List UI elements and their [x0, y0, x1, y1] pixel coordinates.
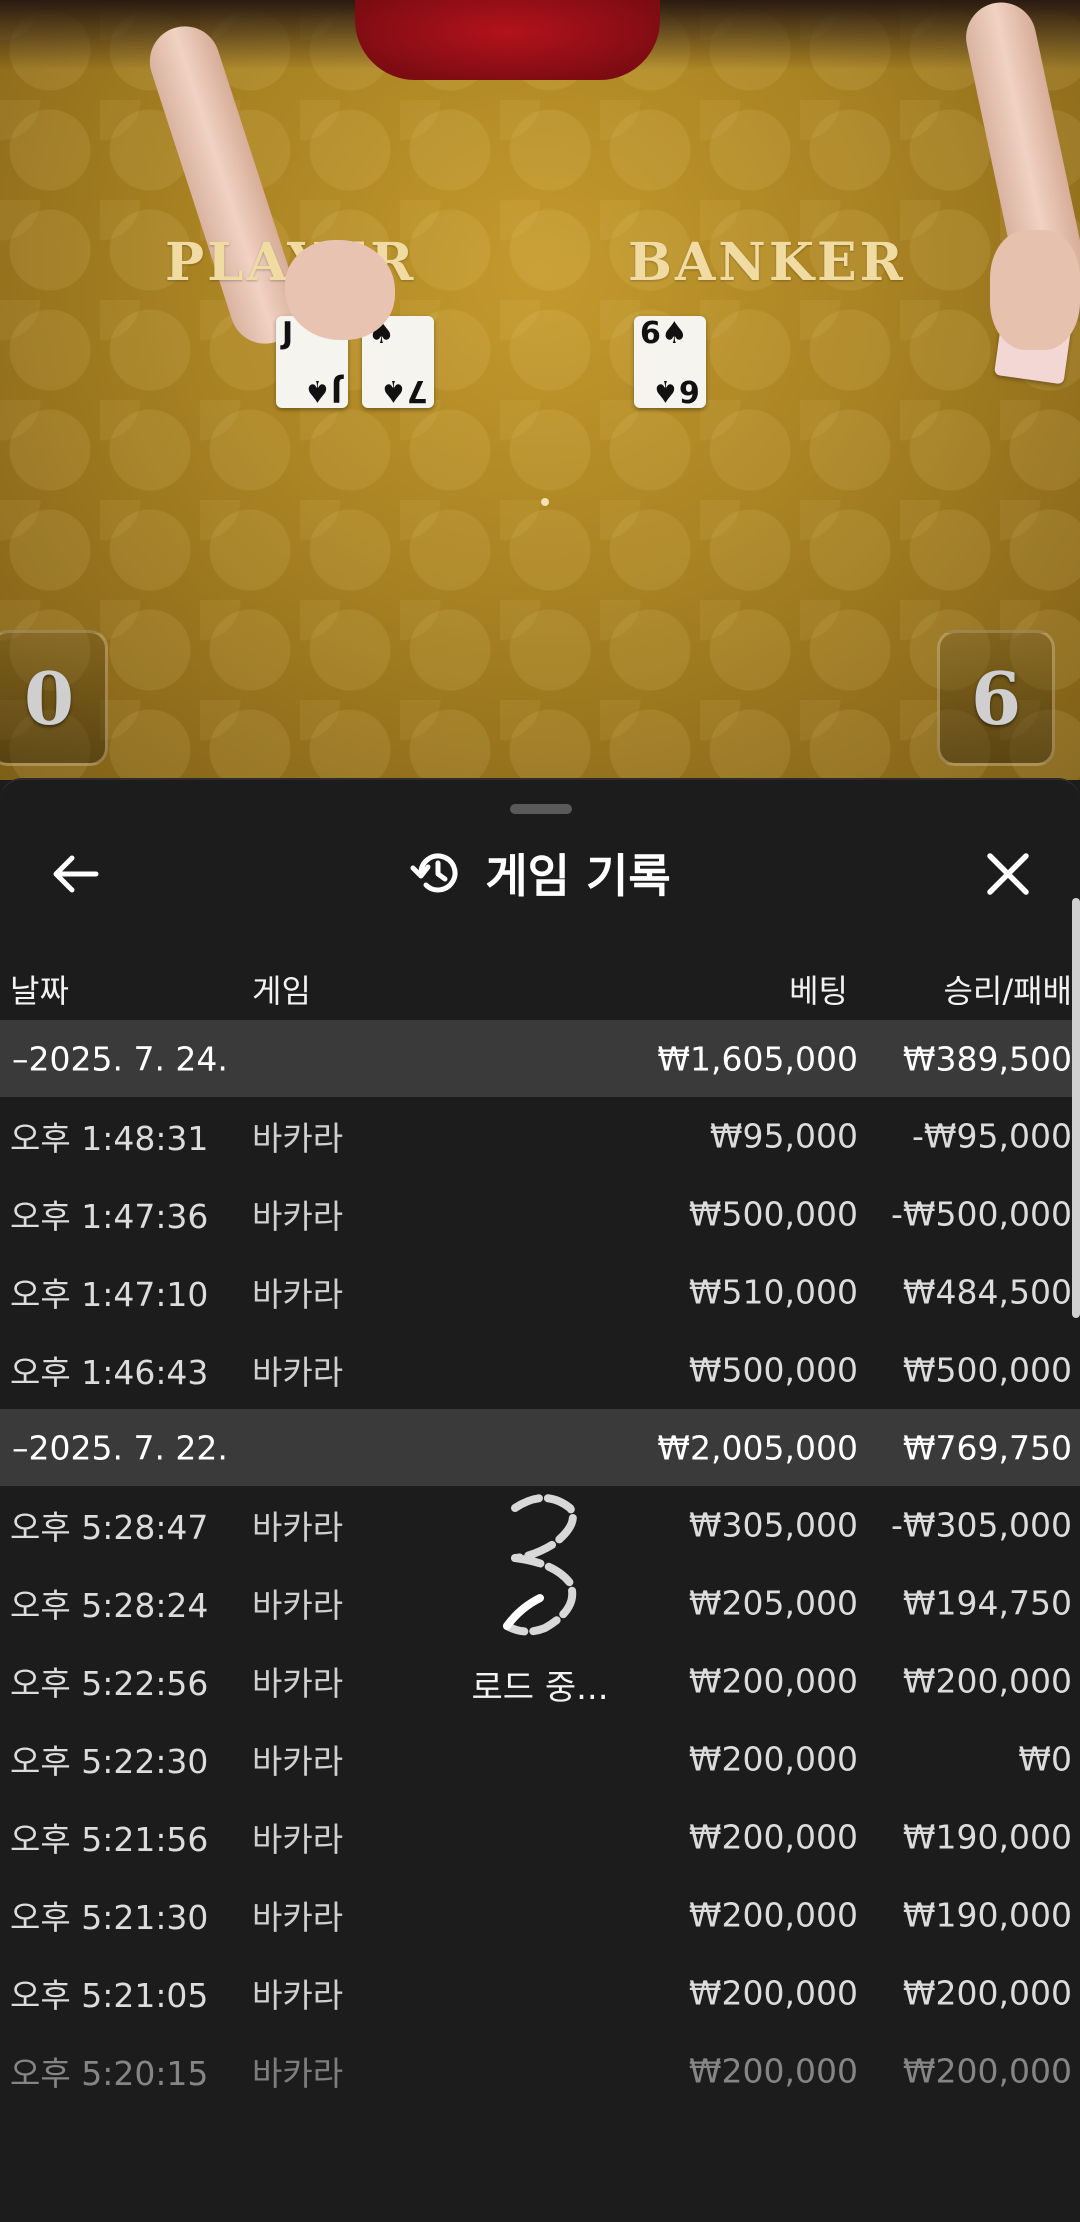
- row-game: 바카라: [252, 1197, 344, 1236]
- row-game: 바카라: [252, 1508, 344, 1547]
- table-row[interactable]: 오후 1:47:10 바카라 ₩510,000 ₩484,500: [0, 1253, 1080, 1331]
- loading-indicator: 로드 중...: [440, 1488, 640, 1738]
- row-time: 오후 1:48:31: [10, 1119, 209, 1158]
- row-bet: ₩200,000: [688, 1817, 858, 1857]
- row-game: 바카라: [252, 1275, 344, 1314]
- row-win-loss: ₩500,000: [902, 1350, 1072, 1390]
- table-row-partial: [0, 2110, 1080, 2188]
- column-header-date[interactable]: 날짜: [10, 966, 69, 1012]
- loading-spinner-icon: [503, 1494, 577, 1636]
- dealer-hand: [990, 230, 1080, 350]
- row-bet: ₩200,000: [688, 1895, 858, 1935]
- row-game: 바카라: [252, 1119, 344, 1158]
- row-bet: ₩95,000: [709, 1116, 858, 1156]
- table-row[interactable]: 오후 5:20:15 바카라 ₩200,000 ₩200,000: [0, 2032, 1080, 2110]
- row-win-loss: -₩95,000: [911, 1116, 1072, 1156]
- row-game: 바카라: [252, 1664, 344, 1703]
- table-row[interactable]: 오후 1:46:43 바카라 ₩500,000 ₩500,000: [0, 1331, 1080, 1409]
- row-win-loss: ₩0: [1018, 1739, 1072, 1779]
- row-win-loss: ₩200,000: [902, 1973, 1072, 2013]
- page-title: 게임 기록: [485, 849, 671, 903]
- row-time: 오후 5:22:30: [10, 1742, 209, 1781]
- row-win-loss: -₩305,000: [890, 1505, 1072, 1545]
- row-time: 오후 5:21:30: [10, 1898, 209, 1937]
- sheet-drag-handle[interactable]: [510, 804, 572, 814]
- row-time: 오후 5:22:56: [10, 1664, 209, 1703]
- group-date: –2025. 7. 24.: [12, 1039, 228, 1078]
- row-bet: ₩200,000: [688, 2051, 858, 2091]
- row-time: 오후 5:21:56: [10, 1820, 209, 1859]
- group-win-total: ₩389,500: [902, 1039, 1072, 1078]
- date-group-row[interactable]: –2025. 7. 24. ₩1,605,000 ₩389,500: [0, 1020, 1080, 1097]
- row-time: 오후 5:20:15: [10, 2054, 209, 2093]
- row-game: 바카라: [252, 1820, 344, 1859]
- table-row[interactable]: 오후 5:21:56 바카라 ₩200,000 ₩190,000: [0, 1798, 1080, 1876]
- row-win-loss: ₩200,000: [902, 1661, 1072, 1701]
- table-row[interactable]: 오후 5:21:30 바카라 ₩200,000 ₩190,000: [0, 1876, 1080, 1954]
- live-game-video: PLAYER BANKER J J♠ ♠ 7♠ 6♠ 6♠ 0 6: [0, 0, 1080, 780]
- row-bet: ₩500,000: [688, 1194, 858, 1234]
- row-game: 바카라: [252, 1586, 344, 1625]
- row-win-loss: ₩190,000: [902, 1895, 1072, 1935]
- row-game: 바카라: [252, 2054, 344, 2093]
- row-win-loss: ₩194,750: [902, 1583, 1072, 1623]
- close-button[interactable]: [976, 842, 1040, 906]
- group-bet-total: ₩1,605,000: [657, 1039, 858, 1078]
- loading-text: 로드 중...: [471, 1668, 609, 1708]
- row-game: 바카라: [252, 1742, 344, 1781]
- sheet-header: 게임 기록: [0, 838, 1080, 908]
- dealer-hand: [285, 240, 395, 340]
- table-row[interactable]: 오후 1:47:36 바카라 ₩500,000 -₩500,000: [0, 1175, 1080, 1253]
- row-game: 바카라: [252, 1353, 344, 1392]
- row-bet: ₩200,000: [688, 1973, 858, 2013]
- table-row[interactable]: 오후 5:21:05 바카라 ₩200,000 ₩200,000: [0, 1954, 1080, 2032]
- scrollbar[interactable]: [1072, 898, 1080, 1318]
- row-win-loss: ₩484,500: [902, 1272, 1072, 1312]
- row-time: 오후 1:47:10: [10, 1275, 209, 1314]
- row-win-loss: ₩190,000: [902, 1817, 1072, 1857]
- group-win-total: ₩769,750: [902, 1428, 1072, 1467]
- column-header-win-loss[interactable]: 승리/패배: [943, 966, 1072, 1012]
- row-time: 오후 1:47:36: [10, 1197, 209, 1236]
- row-bet: ₩510,000: [688, 1272, 858, 1312]
- column-header-game[interactable]: 게임: [252, 966, 311, 1012]
- row-win-loss: -₩500,000: [890, 1194, 1072, 1234]
- table-header: 날짜 게임 베팅 승리/패배: [0, 958, 1080, 1018]
- banker-area-label: BANKER: [628, 232, 906, 293]
- row-bet: ₩205,000: [688, 1583, 858, 1623]
- row-bet: ₩305,000: [688, 1505, 858, 1545]
- group-date: –2025. 7. 22.: [12, 1428, 228, 1467]
- group-bet-total: ₩2,005,000: [657, 1428, 858, 1467]
- date-group-row[interactable]: –2025. 7. 22. ₩2,005,000 ₩769,750: [0, 1409, 1080, 1486]
- row-win-loss: ₩200,000: [902, 2051, 1072, 2091]
- row-bet: ₩500,000: [688, 1350, 858, 1390]
- row-bet: ₩200,000: [688, 1661, 858, 1701]
- row-game: 바카라: [252, 1976, 344, 2015]
- row-time: 오후 1:46:43: [10, 1353, 209, 1392]
- close-icon: [987, 853, 1029, 895]
- table-row[interactable]: 오후 1:48:31 바카라 ₩95,000 -₩95,000: [0, 1097, 1080, 1175]
- row-time: 오후 5:28:47: [10, 1508, 209, 1547]
- row-time: 오후 5:21:05: [10, 1976, 209, 2015]
- row-time: 오후 5:28:24: [10, 1586, 209, 1625]
- dealer: [355, 0, 660, 80]
- history-icon: [410, 853, 458, 893]
- player-score: 0: [0, 630, 108, 766]
- column-header-bet[interactable]: 베팅: [789, 966, 848, 1012]
- row-game: 바카라: [252, 1898, 344, 1937]
- banker-card: 6♠ 6♠: [634, 316, 706, 408]
- table-felt: [0, 0, 1080, 780]
- row-bet: ₩200,000: [688, 1739, 858, 1779]
- banker-score: 6: [937, 630, 1055, 766]
